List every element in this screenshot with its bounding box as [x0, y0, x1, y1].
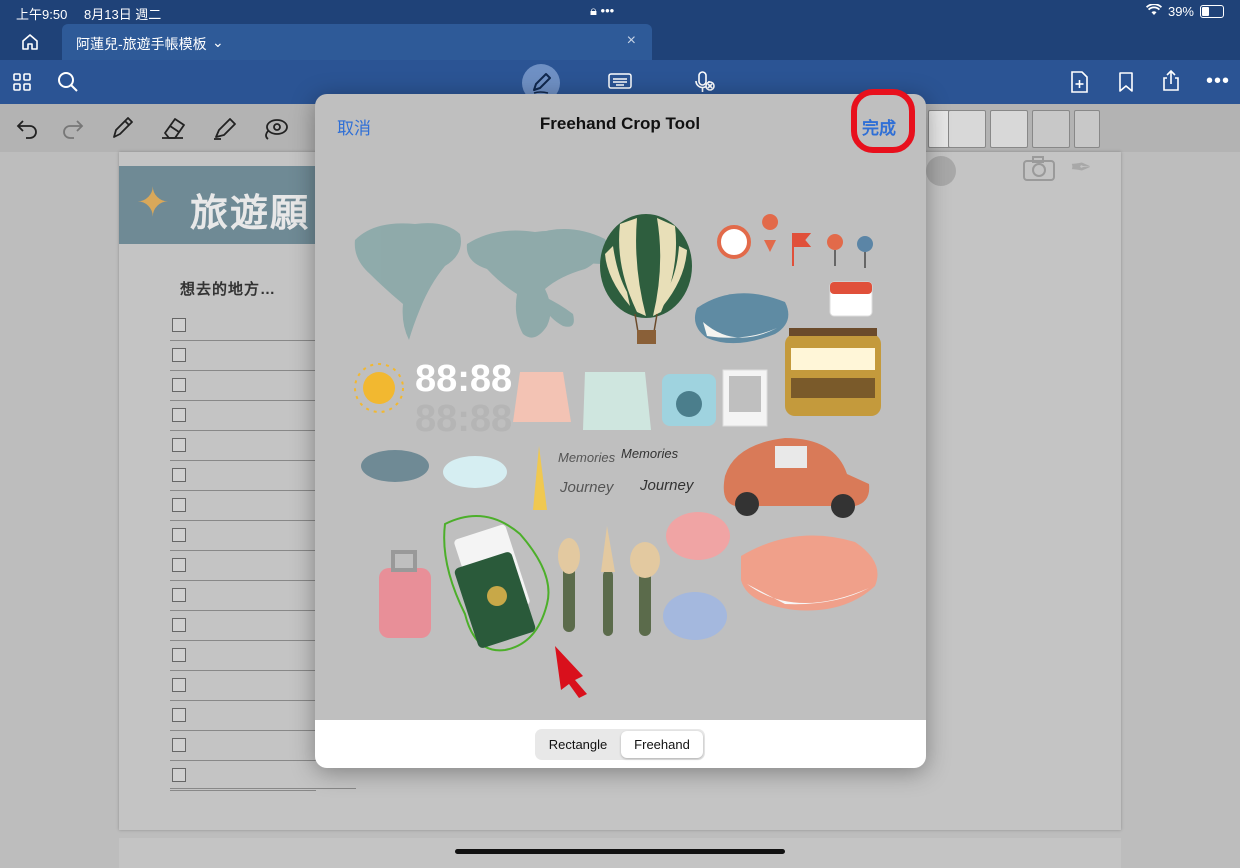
checkbox[interactable]	[172, 768, 186, 782]
checkbox[interactable]	[172, 528, 186, 542]
checkbox[interactable]	[172, 318, 186, 332]
pouch-sticker	[663, 592, 727, 640]
home-indicator	[455, 849, 785, 854]
shopping-bag-sticker	[583, 372, 651, 430]
freehand-crop-modal: 88:88 88:88 Memories Memories Journey Jo…	[315, 94, 926, 768]
freehand-mode-button[interactable]: Freehand	[621, 731, 703, 758]
checkbox-row	[170, 340, 316, 371]
flag-sticker	[792, 233, 812, 266]
checkbox[interactable]	[172, 708, 186, 722]
sun-sticker	[363, 372, 395, 404]
battery-percent: 39%	[1167, 4, 1194, 19]
cloud-sticker	[361, 450, 429, 482]
chevron-down-icon[interactable]: ⌄	[212, 34, 224, 51]
status-right: 39%	[1145, 3, 1224, 19]
checkbox-row	[170, 520, 316, 551]
checkbox-row	[170, 700, 316, 731]
suitcase-sticker	[379, 568, 431, 638]
spoon-sticker	[639, 570, 651, 636]
car-sticker	[723, 438, 870, 518]
fork-sticker	[563, 566, 575, 632]
world-map-sticker	[354, 223, 610, 340]
checkbox[interactable]	[172, 378, 186, 392]
tab-title: 阿蓮兒-旅遊手帳模板	[76, 36, 207, 52]
checkbox-row	[170, 430, 316, 461]
checkbox-row	[170, 640, 316, 671]
tram-sticker	[785, 328, 881, 416]
checkbox-row	[170, 610, 316, 641]
checkbox[interactable]	[172, 618, 186, 632]
checkbox-row	[170, 730, 316, 761]
battery-icon	[1200, 5, 1224, 18]
shopping-bag-sticker	[513, 372, 571, 422]
sparkle-icon: ✦	[136, 181, 170, 225]
script-word: Memories	[621, 446, 679, 461]
script-word: Journey	[559, 479, 615, 496]
cart-icon	[926, 156, 956, 186]
bookmark-icon[interactable]	[1116, 71, 1136, 98]
whale-sticker	[694, 293, 789, 344]
list-heading: 想去的地方…	[180, 281, 277, 298]
status-date: 8月13日 週二	[84, 7, 162, 22]
lock-icon: 🔒︎ •••	[590, 3, 615, 18]
checkbox-row	[170, 550, 316, 581]
knife-sticker	[603, 570, 613, 636]
umbrella-sticker	[533, 446, 547, 510]
checkbox-row	[170, 760, 316, 791]
camera-icon	[1022, 156, 1056, 187]
more-icon[interactable]: •••	[1206, 70, 1230, 93]
checkbox[interactable]	[172, 408, 186, 422]
script-word: Journey	[639, 477, 695, 494]
checkbox[interactable]	[172, 558, 186, 572]
script-word: Memories	[558, 450, 616, 465]
feather-icon: ✒	[1070, 152, 1092, 182]
pointer-arrow-icon	[555, 646, 587, 698]
add-page-icon[interactable]	[1068, 70, 1090, 99]
pouch-sticker	[666, 512, 730, 560]
checkbox-row	[170, 310, 316, 341]
page-title: 旅遊願	[190, 193, 311, 235]
modal-title: Freehand Crop Tool	[539, 114, 701, 133]
grid-icon[interactable]	[12, 72, 32, 97]
keyboard-icon[interactable]	[608, 72, 632, 95]
checkbox[interactable]	[172, 588, 186, 602]
whale-sticker	[741, 535, 878, 611]
clock-digits: 88:88	[415, 358, 512, 400]
status-time: 上午9:50	[16, 7, 68, 22]
list-divider	[170, 788, 356, 789]
close-tab-icon[interactable]: ×	[627, 32, 636, 50]
checkbox-row	[170, 490, 316, 521]
done-button[interactable]: 完成	[862, 114, 896, 139]
checkbox-row	[170, 370, 316, 401]
checkbox-row	[170, 460, 316, 491]
checkbox[interactable]	[172, 678, 186, 692]
status-bar: 上午9:50 8月13日 週二 🔒︎ ••• 39%	[0, 0, 1240, 24]
checkbox[interactable]	[172, 498, 186, 512]
sticker-image[interactable]: 88:88 88:88 Memories Memories Journey Jo…	[315, 94, 926, 720]
checkbox[interactable]	[172, 468, 186, 482]
checkbox[interactable]	[172, 738, 186, 752]
checkbox[interactable]	[172, 648, 186, 662]
home-icon[interactable]	[20, 32, 40, 57]
round-frame-sticker	[717, 225, 751, 259]
clock-digits-faint: 88:88	[415, 398, 512, 440]
checkbox-row	[170, 670, 316, 701]
document-tab[interactable]: 阿蓮兒-旅遊手帳模板 ⌄ ×	[62, 24, 652, 60]
checkbox[interactable]	[172, 348, 186, 362]
cloud-sticker	[443, 456, 507, 488]
wifi-icon	[1145, 3, 1162, 19]
rectangle-mode-button[interactable]: Rectangle	[537, 731, 619, 758]
search-icon[interactable]	[57, 71, 79, 98]
map-pin-sticker	[762, 214, 779, 252]
crop-mode-segmented-control: Rectangle Freehand	[535, 729, 705, 760]
checkbox-row	[170, 400, 316, 431]
checkbox[interactable]	[172, 438, 186, 452]
checkbox-row	[170, 580, 316, 611]
hot-air-balloon-sticker	[600, 214, 692, 344]
share-icon[interactable]	[1159, 69, 1183, 98]
